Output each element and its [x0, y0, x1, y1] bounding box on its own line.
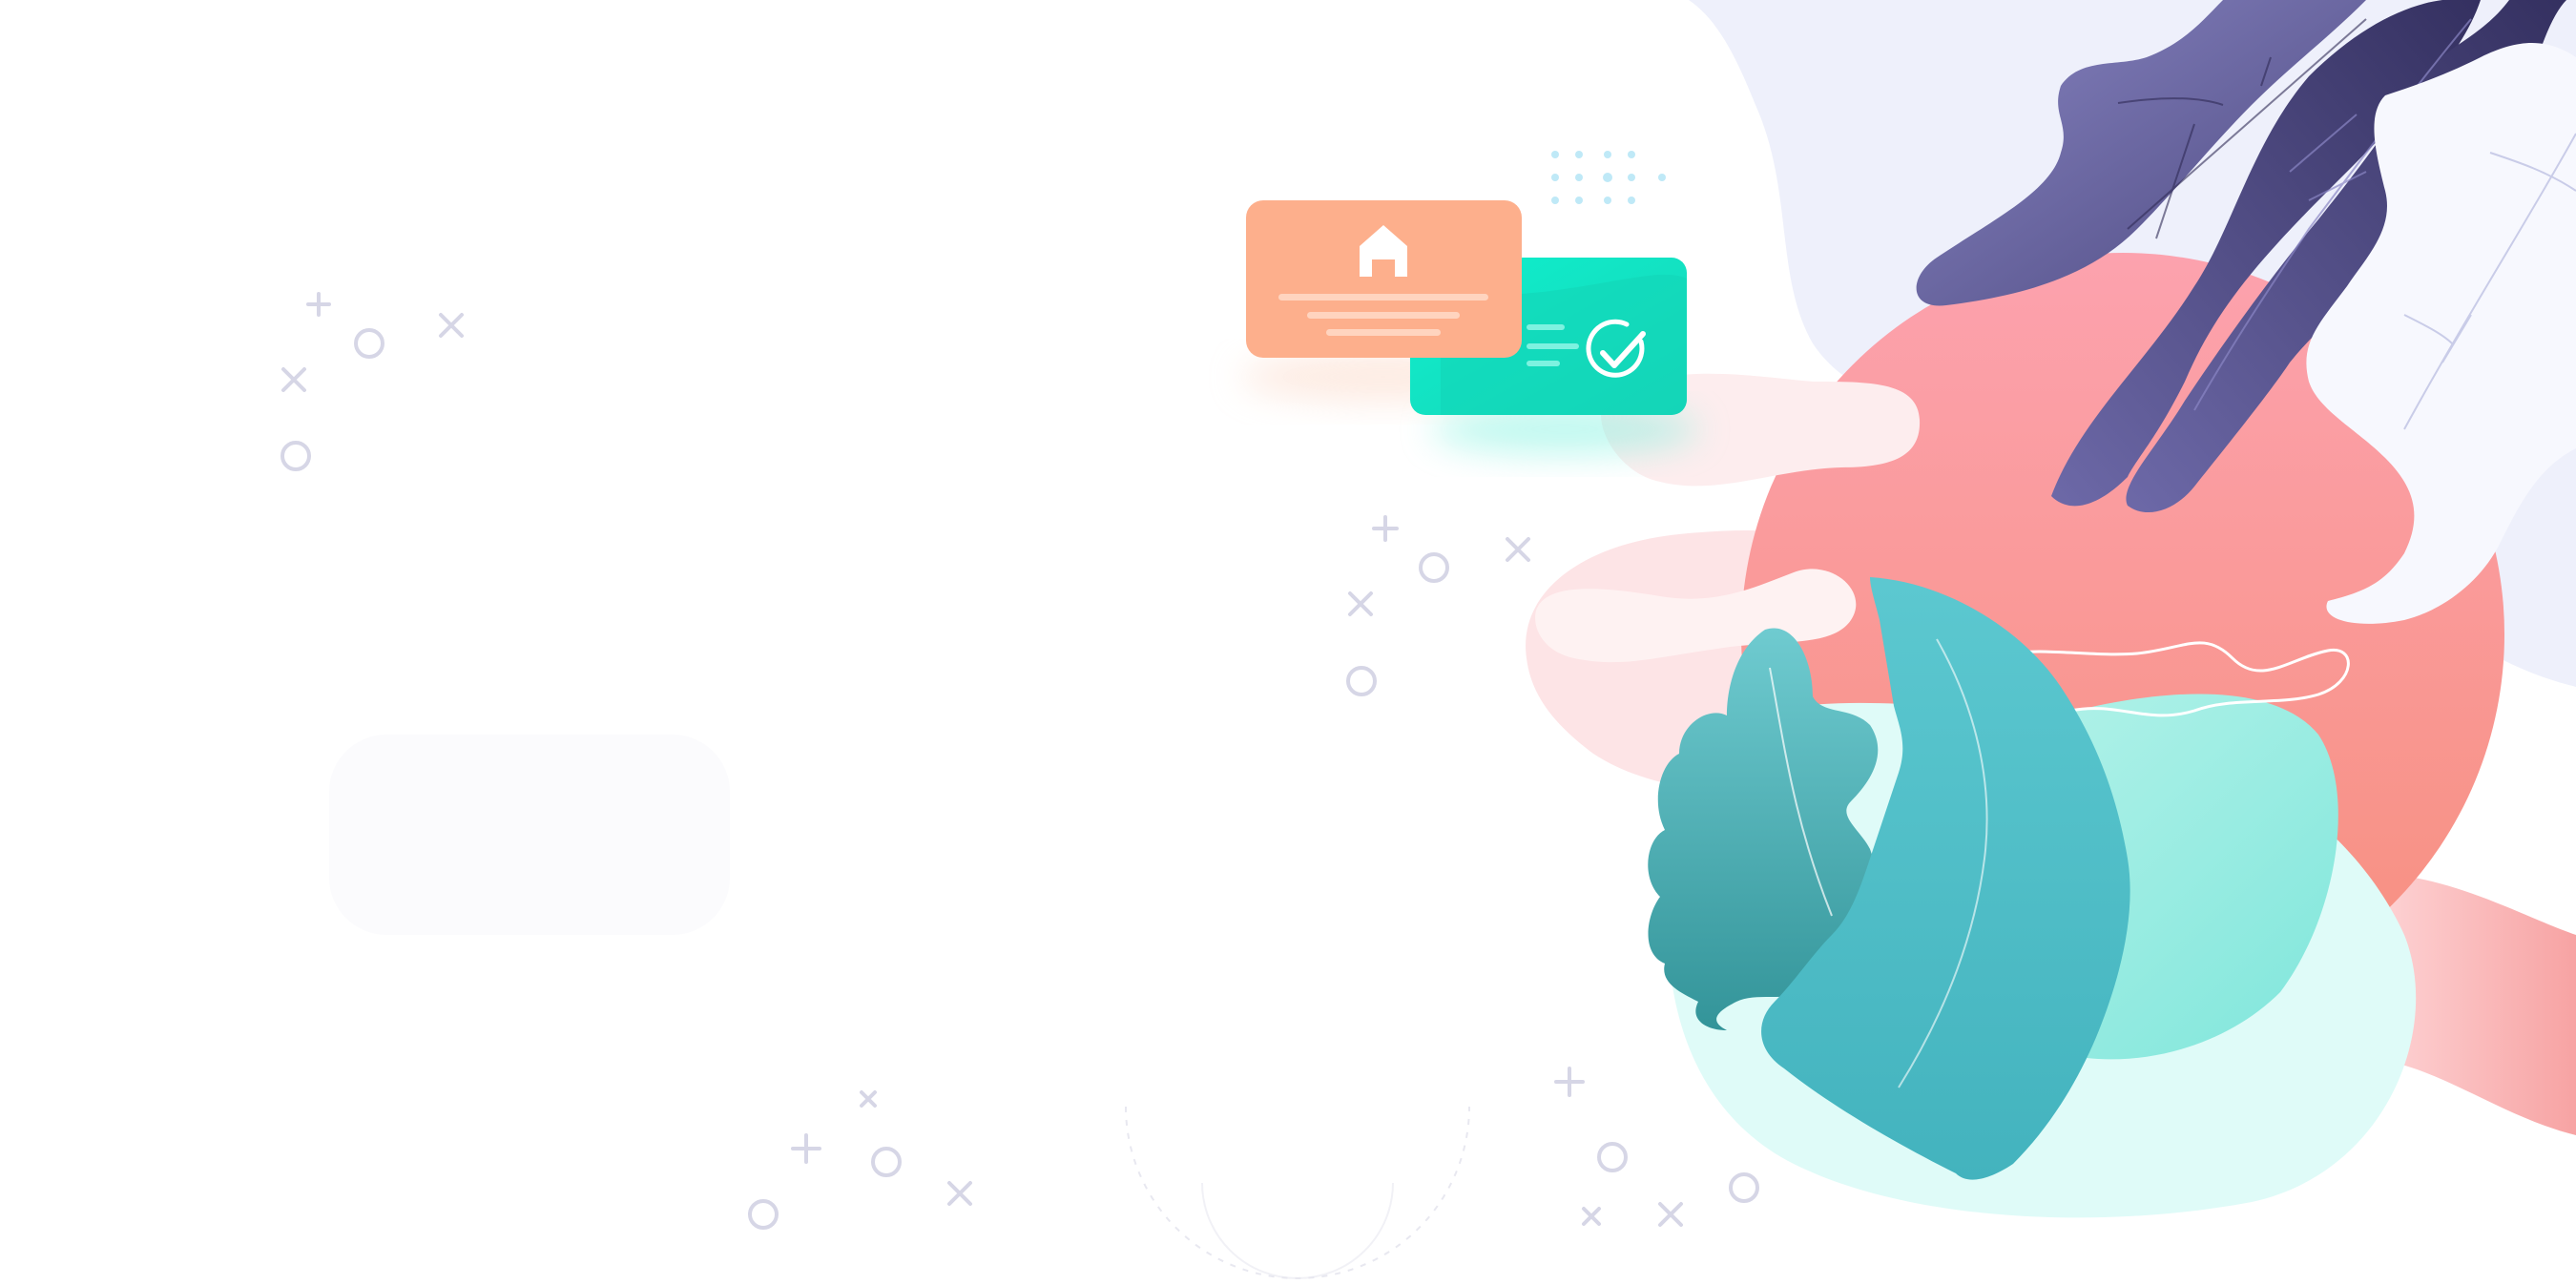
- dashed-arcs: [1125, 1106, 1470, 1279]
- faint-panel-shadow: [329, 735, 730, 935]
- hero-illustration: [280, 0, 2576, 1279]
- illustration-canvas: [0, 0, 2576, 1285]
- deco-marks-center: [1346, 515, 1530, 696]
- dot-grid: [1551, 151, 1666, 204]
- deco-marks-left: [280, 292, 464, 471]
- orange-home-card: [1246, 200, 1522, 358]
- deco-marks-bottom-left: [748, 1090, 972, 1230]
